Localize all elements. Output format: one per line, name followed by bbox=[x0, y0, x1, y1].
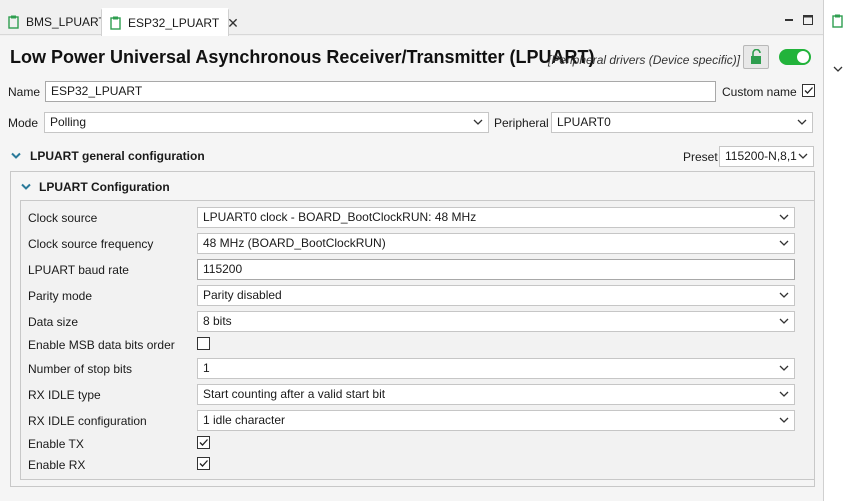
checkmark-icon bbox=[199, 439, 208, 446]
rx-idle-configuration-label: RX IDLE configuration bbox=[28, 414, 147, 428]
collapse-configuration-button[interactable] bbox=[20, 181, 32, 196]
peripheral-select[interactable]: LPUART0 bbox=[551, 112, 813, 133]
name-input[interactable]: ESP32_LPUART bbox=[45, 81, 716, 102]
chevron-down-icon bbox=[797, 119, 807, 125]
tab-bms-lpuart[interactable]: BMS_LPUART bbox=[0, 8, 114, 36]
lpuart-baud-rate-input[interactable]: 115200 bbox=[197, 259, 795, 280]
preset-label: Preset bbox=[683, 150, 718, 164]
parity-mode-value: Parity disabled bbox=[203, 288, 282, 302]
peripheral-label: Peripheral bbox=[494, 116, 549, 130]
enable-tx-checkbox[interactable] bbox=[197, 436, 210, 449]
collapse-general-button[interactable] bbox=[10, 150, 22, 165]
close-icon[interactable]: ✕ bbox=[227, 15, 239, 32]
clock-source-frequency-value: 48 MHz (BOARD_BootClockRUN) bbox=[203, 236, 386, 250]
tab-label: BMS_LPUART bbox=[26, 15, 106, 29]
chevron-down-icon bbox=[779, 318, 789, 324]
clock-source-select[interactable]: LPUART0 clock - BOARD_BootClockRUN: 48 M… bbox=[197, 207, 795, 228]
maximize-icon[interactable] bbox=[803, 14, 813, 28]
minimize-icon[interactable] bbox=[784, 14, 794, 28]
unlock-button[interactable] bbox=[743, 45, 769, 69]
parity-mode-label: Parity mode bbox=[28, 289, 93, 303]
rx-idle-configuration-select[interactable]: 1 idle character bbox=[197, 410, 795, 431]
enable-msb-data-bits-order-checkbox[interactable] bbox=[197, 337, 210, 350]
enable-tx-label: Enable TX bbox=[28, 437, 84, 451]
chevron-down-icon bbox=[779, 391, 789, 397]
data-size-label: Data size bbox=[28, 315, 79, 329]
chevron-down-icon bbox=[779, 240, 789, 246]
configuration-section-title: LPUART Configuration bbox=[39, 180, 170, 194]
data-size-select[interactable]: 8 bits bbox=[197, 311, 795, 332]
general-section-title: LPUART general configuration bbox=[30, 149, 205, 163]
page-subtitle: [Peripheral drivers (Device specific)] bbox=[548, 53, 741, 67]
tab-label: ESP32_LPUART bbox=[128, 16, 220, 30]
lpuart-baud-rate-value: 115200 bbox=[203, 262, 243, 276]
peripheral-value: LPUART0 bbox=[557, 115, 611, 129]
clock-source-frequency-select[interactable]: 48 MHz (BOARD_BootClockRUN) bbox=[197, 233, 795, 254]
chevron-down-icon[interactable] bbox=[833, 62, 843, 76]
parity-mode-select[interactable]: Parity disabled bbox=[197, 285, 795, 306]
enable-rx-label: Enable RX bbox=[28, 458, 86, 472]
unlock-icon bbox=[750, 48, 764, 68]
rx-idle-type-select[interactable]: Start counting after a valid start bit bbox=[197, 384, 795, 405]
clock-source-frequency-label: Clock source frequency bbox=[28, 237, 154, 251]
number-of-stop-bits-value: 1 bbox=[203, 361, 210, 375]
rx-idle-type-label: RX IDLE type bbox=[28, 388, 101, 402]
chevron-down-icon bbox=[779, 417, 789, 423]
enable-msb-data-bits-order-label: Enable MSB data bits order bbox=[28, 338, 175, 352]
mode-value: Polling bbox=[50, 115, 87, 129]
peripheral-view-icon[interactable] bbox=[832, 14, 843, 31]
rx-idle-configuration-value: 1 idle character bbox=[203, 413, 286, 427]
peripheral-file-icon bbox=[8, 15, 20, 29]
custom-name-label: Custom name bbox=[722, 85, 797, 99]
mode-select[interactable]: Polling bbox=[44, 112, 489, 133]
enable-rx-checkbox[interactable] bbox=[197, 457, 210, 470]
side-view-strip bbox=[823, 0, 843, 501]
checkmark-icon bbox=[199, 460, 208, 467]
chevron-down-icon bbox=[21, 183, 31, 190]
chevron-down-icon bbox=[798, 153, 808, 159]
chevron-down-icon bbox=[473, 119, 483, 125]
number-of-stop-bits-label: Number of stop bits bbox=[28, 362, 133, 376]
page-title: Low Power Universal Asynchronous Receive… bbox=[10, 47, 595, 67]
number-of-stop-bits-select[interactable]: 1 bbox=[197, 358, 795, 379]
preset-value: 115200-N,8,1 bbox=[725, 149, 797, 163]
enable-toggle[interactable] bbox=[779, 49, 811, 65]
custom-name-checkbox[interactable] bbox=[802, 84, 815, 97]
preset-select[interactable]: 115200-N,8,1 bbox=[719, 146, 814, 167]
mode-label: Mode bbox=[8, 116, 39, 130]
tab-esp32-lpuart[interactable]: ESP32_LPUART ✕ bbox=[101, 8, 239, 36]
clock-source-label: Clock source bbox=[28, 211, 98, 225]
chevron-down-icon bbox=[779, 365, 789, 371]
peripheral-file-icon bbox=[110, 16, 122, 30]
rx-idle-type-value: Start counting after a valid start bit bbox=[203, 387, 386, 401]
chevron-down-icon bbox=[11, 152, 21, 159]
name-label: Name bbox=[8, 85, 41, 99]
data-size-value: 8 bits bbox=[203, 314, 232, 328]
clock-source-value: LPUART0 clock - BOARD_BootClockRUN: 48 M… bbox=[203, 210, 477, 224]
checkmark-icon bbox=[804, 87, 813, 94]
lpuart-baud-rate-label: LPUART baud rate bbox=[28, 263, 129, 277]
chevron-down-icon bbox=[779, 292, 789, 298]
chevron-down-icon bbox=[779, 214, 789, 220]
